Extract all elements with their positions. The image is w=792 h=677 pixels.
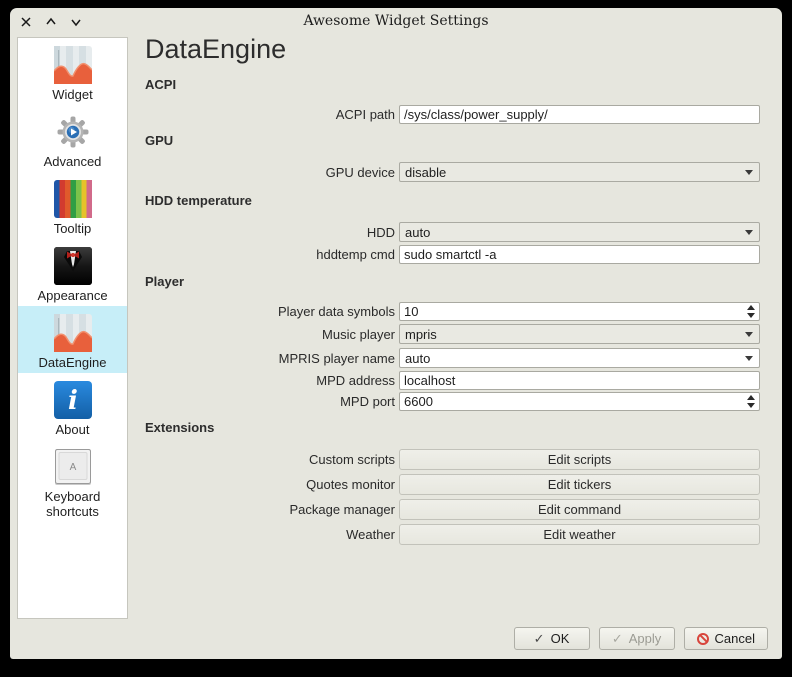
field-label: MPD port: [145, 394, 399, 409]
field-label: ACPI path: [145, 107, 399, 122]
settings-window: Awesome Widget Settings Widget: [10, 8, 782, 659]
sidebar-item-label: Advanced: [44, 154, 102, 169]
row-quotes-monitor: Quotes monitor Edit tickers: [145, 474, 770, 495]
row-music-player: Music player mpris: [145, 324, 770, 344]
edit-tickers-button[interactable]: Edit tickers: [399, 474, 760, 495]
gear-icon: [54, 113, 92, 151]
chevron-down-icon: [745, 332, 753, 337]
sidebar-item-keyboard-shortcuts[interactable]: A Keyboard shortcuts: [18, 440, 127, 522]
row-custom-scripts: Custom scripts Edit scripts: [145, 449, 770, 470]
edit-command-button[interactable]: Edit command: [399, 499, 760, 520]
ok-button[interactable]: ✓ OK: [514, 627, 590, 650]
gpu-device-combobox[interactable]: disable: [399, 162, 760, 182]
hdd-combobox[interactable]: auto: [399, 222, 760, 242]
section-title-hdd: HDD temperature: [145, 193, 770, 208]
sidebar-item-label: About: [56, 422, 90, 437]
row-gpu-device: GPU device disable: [145, 162, 770, 182]
category-sidebar: Widget Advanced: [17, 37, 128, 619]
row-package-manager: Package manager Edit command: [145, 499, 770, 520]
spin-up-icon[interactable]: [747, 395, 755, 400]
page-title: DataEngine: [145, 34, 770, 65]
field-label: HDD: [145, 225, 399, 240]
sidebar-item-advanced[interactable]: Advanced: [18, 105, 127, 172]
cancel-icon: [697, 633, 709, 645]
svg-text:i: i: [68, 386, 78, 416]
acpi-path-input[interactable]: [399, 105, 760, 124]
edit-weather-button[interactable]: Edit weather: [399, 524, 760, 545]
row-hdd: HDD auto: [145, 222, 770, 242]
sidebar-item-label: Widget: [52, 87, 92, 102]
titlebar: Awesome Widget Settings: [10, 8, 782, 36]
field-label: hddtemp cmd: [145, 247, 399, 262]
chevron-down-icon: [745, 356, 753, 361]
field-label: MPRIS player name: [145, 351, 399, 366]
row-player-data-symbols: Player data symbols 10: [145, 302, 770, 321]
settings-panel: DataEngine ACPI ACPI path GPU GPU device…: [145, 34, 770, 545]
check-icon: ✓: [534, 632, 545, 645]
window-title: Awesome Widget Settings: [10, 13, 782, 29]
music-player-combobox[interactable]: mpris: [399, 324, 760, 344]
dialog-buttons: ✓ OK ✓ Apply Cancel: [514, 627, 768, 650]
sidebar-item-dataengine[interactable]: DataEngine: [18, 306, 127, 373]
check-icon: ✓: [612, 632, 623, 645]
player-data-symbols-spinbox[interactable]: 10: [399, 302, 760, 321]
chevron-down-icon: [745, 170, 753, 175]
row-mpd-port: MPD port 6600: [145, 392, 770, 411]
sidebar-item-label: Keyboard shortcuts: [18, 489, 127, 519]
field-label: Weather: [145, 527, 399, 542]
chart-icon: [54, 46, 92, 84]
sidebar-item-label: Appearance: [37, 288, 107, 303]
chevron-down-icon: [745, 230, 753, 235]
sidebar-item-about[interactable]: i About: [18, 373, 127, 440]
svg-text:A: A: [69, 462, 76, 473]
info-icon: i: [54, 381, 92, 419]
sidebar-item-appearance[interactable]: Appearance: [18, 239, 127, 306]
section-title-player: Player: [145, 274, 770, 289]
keyboard-key-icon: A: [54, 448, 92, 486]
spin-down-icon[interactable]: [747, 403, 755, 408]
field-label: Music player: [145, 327, 399, 342]
cancel-button[interactable]: Cancel: [684, 627, 768, 650]
tuxedo-icon: [54, 247, 92, 285]
field-label: Package manager: [145, 502, 399, 517]
row-mpd-address: MPD address: [145, 371, 770, 390]
hddtemp-cmd-input[interactable]: [399, 245, 760, 264]
spin-down-icon[interactable]: [747, 313, 755, 318]
field-label: Custom scripts: [145, 452, 399, 467]
color-stripes-icon: [54, 180, 92, 218]
mpris-player-name-combobox[interactable]: auto: [399, 348, 760, 368]
sidebar-item-tooltip[interactable]: Tooltip: [18, 172, 127, 239]
field-label: Player data symbols: [145, 304, 399, 319]
mpd-address-input[interactable]: [399, 371, 760, 390]
row-weather: Weather Edit weather: [145, 524, 770, 545]
sidebar-item-label: DataEngine: [39, 355, 107, 370]
sidebar-item-label: Tooltip: [54, 221, 92, 236]
row-hddtemp-cmd: hddtemp cmd: [145, 245, 770, 264]
apply-button[interactable]: ✓ Apply: [599, 627, 675, 650]
sidebar-item-widget[interactable]: Widget: [18, 38, 127, 105]
field-label: Quotes monitor: [145, 477, 399, 492]
section-title-extensions: Extensions: [145, 420, 770, 435]
chart-icon: [54, 314, 92, 352]
field-label: GPU device: [145, 165, 399, 180]
edit-scripts-button[interactable]: Edit scripts: [399, 449, 760, 470]
row-mpris-player-name: MPRIS player name auto: [145, 348, 770, 368]
field-label: MPD address: [145, 373, 399, 388]
section-title-acpi: ACPI: [145, 77, 770, 92]
section-title-gpu: GPU: [145, 133, 770, 148]
mpd-port-spinbox[interactable]: 6600: [399, 392, 760, 411]
row-acpi-path: ACPI path: [145, 105, 770, 124]
spin-up-icon[interactable]: [747, 305, 755, 310]
